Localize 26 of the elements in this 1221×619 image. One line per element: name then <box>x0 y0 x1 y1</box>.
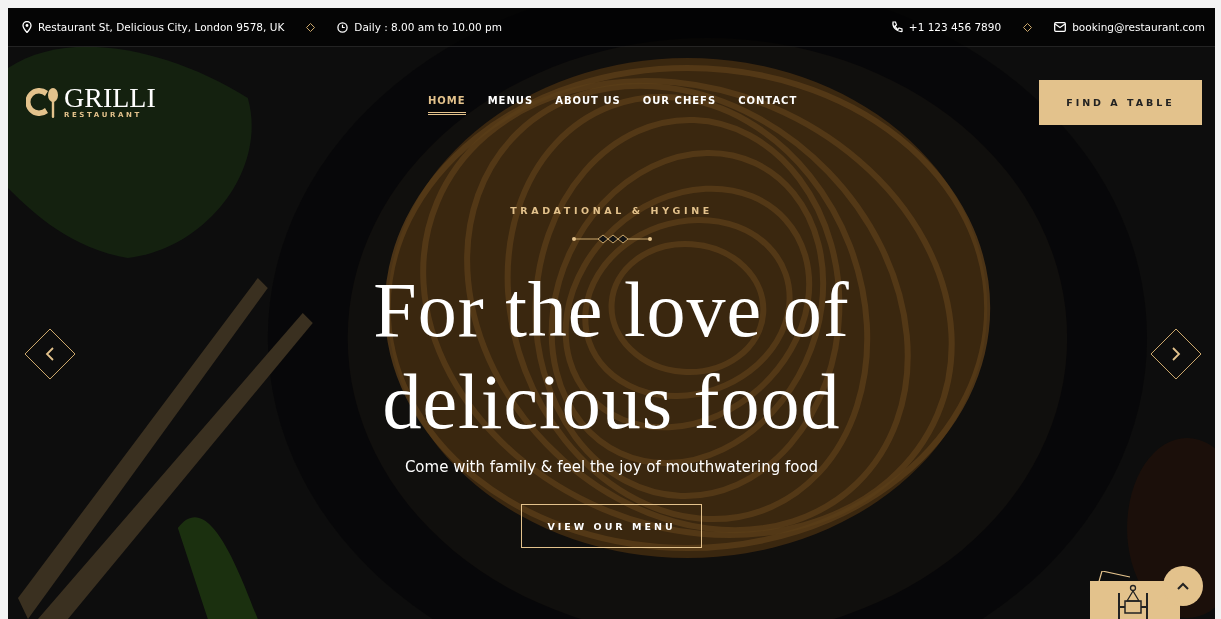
nav-link[interactable]: OUR CHEFS <box>642 89 717 115</box>
logo-name: GRILLI <box>64 85 156 111</box>
view-menu-button[interactable]: VIEW OUR MENU <box>521 504 702 548</box>
dining-table-badge-icon[interactable] <box>1090 571 1180 619</box>
nav-link[interactable]: MENUS <box>487 89 534 115</box>
ornament-divider-icon <box>571 234 652 244</box>
chevron-up-icon <box>1177 582 1189 590</box>
mail-icon <box>1054 22 1067 32</box>
location-pin-icon <box>22 21 32 33</box>
hero-title: For the love of delicious food <box>373 265 850 447</box>
nav-link[interactable]: CONTACT <box>738 89 798 115</box>
clock-icon <box>337 21 349 33</box>
next-slide-button[interactable] <box>1150 328 1202 380</box>
hero-text: Come with family & feel the joy of mouthwatering food <box>404 458 819 476</box>
hours-text: Daily : 8.00 am to 10.00 pm <box>354 21 502 33</box>
find-table-button[interactable]: FIND A TABLE <box>1039 79 1202 125</box>
diamond-icon <box>306 22 316 32</box>
diamond-icon <box>1023 22 1033 32</box>
address-text: Restaurant St, Delicious City, London 9578, UK <box>38 21 285 33</box>
nav-link[interactable]: HOME <box>428 89 466 115</box>
phone-icon <box>890 21 903 33</box>
phone-text[interactable]: +1 123 456 7890 <box>908 21 1002 33</box>
previous-slide-button[interactable] <box>24 328 76 380</box>
email-text[interactable]: booking@restaurant.com <box>1072 21 1205 33</box>
nav-link[interactable]: ABOUT US <box>555 89 621 115</box>
hero-subtitle: TRADATIONAL & HYGINE <box>510 205 713 216</box>
